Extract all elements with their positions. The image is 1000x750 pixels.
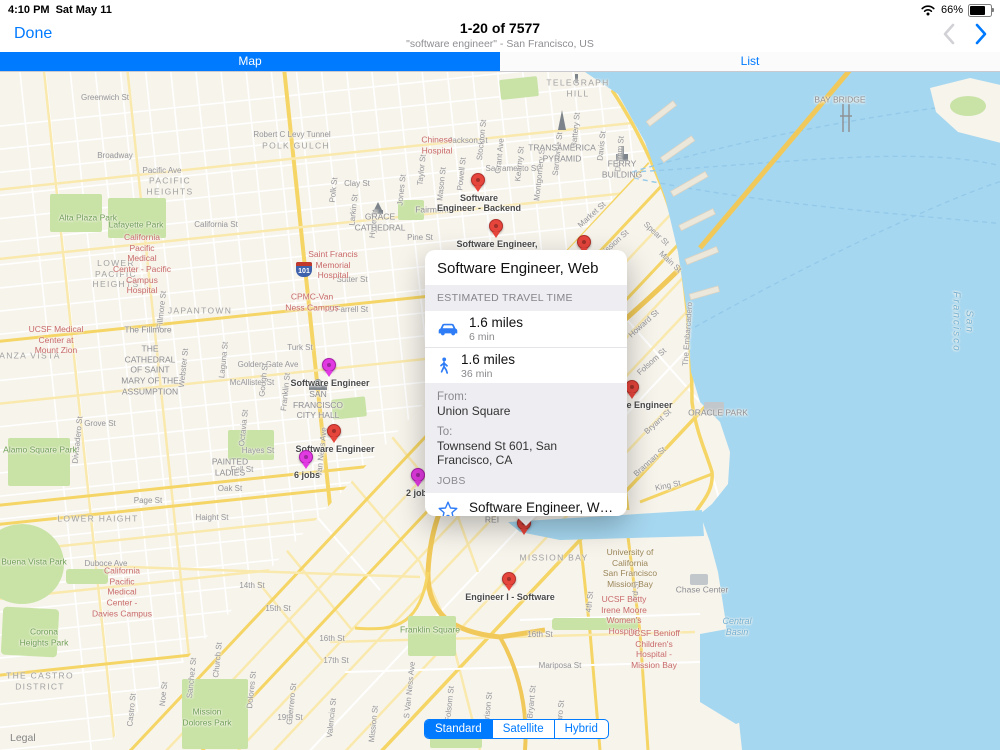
pagination-controls bbox=[942, 22, 988, 46]
car-icon bbox=[438, 323, 458, 335]
prev-page-button[interactable] bbox=[942, 22, 956, 46]
from-label: From: bbox=[437, 391, 468, 403]
status-date: Sat May 11 bbox=[55, 4, 112, 16]
status-right: 66% bbox=[920, 3, 994, 17]
drive-time: 6 min bbox=[469, 331, 495, 343]
walk-icon bbox=[440, 357, 449, 374]
nav-bar: Done 1-20 of 7577 "software engineer" - … bbox=[0, 20, 1000, 52]
map-type-standard[interactable]: Standard bbox=[425, 720, 492, 738]
status-time: 4:10 PM bbox=[8, 4, 50, 16]
walk-time-row: 1.6 miles 36 min bbox=[425, 347, 627, 383]
tab-list[interactable]: List bbox=[500, 52, 1000, 71]
jobs-header: JOBS bbox=[437, 475, 466, 487]
favorite-star-icon[interactable] bbox=[437, 500, 459, 516]
tab-map[interactable]: Map bbox=[0, 52, 500, 71]
wifi-icon bbox=[921, 5, 935, 16]
route-endpoints: From: Union Square To: Townsend St 601, … bbox=[425, 383, 627, 493]
job-title: Software Engineer, W… bbox=[469, 500, 614, 515]
walk-time: 36 min bbox=[461, 367, 493, 380]
search-query: "software engineer" - San Francisco, US bbox=[406, 38, 594, 50]
app-window: 4:10 PM Sat May 11 66% Done 1-20 of 7577 … bbox=[0, 0, 1000, 750]
job-result-row[interactable]: Software Engineer, W… Adobe bbox=[425, 493, 627, 516]
nav-center: 1-20 of 7577 "software engineer" - San F… bbox=[0, 20, 1000, 50]
results-count: 1-20 of 7577 bbox=[459, 20, 541, 36]
map-type-hybrid[interactable]: Hybrid bbox=[553, 720, 608, 738]
drive-time-row: 1.6 miles 6 min bbox=[425, 311, 627, 347]
next-page-button[interactable] bbox=[974, 22, 988, 46]
travel-time-header: ESTIMATED TRAVEL TIME bbox=[425, 285, 627, 311]
status-left: 4:10 PM Sat May 11 bbox=[8, 4, 118, 16]
drive-distance: 1.6 miles bbox=[469, 315, 524, 330]
job-callout: Software Engineer, Web ESTIMATED TRAVEL … bbox=[425, 250, 627, 516]
callout-arrow bbox=[515, 515, 537, 526]
from-value: Union Square bbox=[437, 404, 511, 418]
view-toggle: Map List bbox=[0, 52, 1000, 72]
highway-101-shield: 101 bbox=[296, 262, 312, 277]
map-type-satellite[interactable]: Satellite bbox=[491, 720, 554, 738]
map-canvas[interactable]: TELEGRAPH HILL POLK GULCH PACIFIC HEIGHTS L… bbox=[0, 72, 1000, 750]
battery-percent: 66% bbox=[940, 4, 963, 16]
callout-title: Software Engineer, Web bbox=[437, 260, 599, 277]
legal-link[interactable]: Legal bbox=[10, 732, 36, 744]
map-type-control: Standard Satellite Hybrid bbox=[424, 719, 609, 739]
walk-distance: 1.6 miles bbox=[461, 351, 516, 367]
to-label: To: bbox=[437, 426, 453, 438]
to-value: Townsend St 601, San Francisco, CA bbox=[437, 439, 558, 467]
battery-icon bbox=[968, 3, 994, 17]
status-bar: 4:10 PM Sat May 11 66% bbox=[0, 0, 1000, 20]
